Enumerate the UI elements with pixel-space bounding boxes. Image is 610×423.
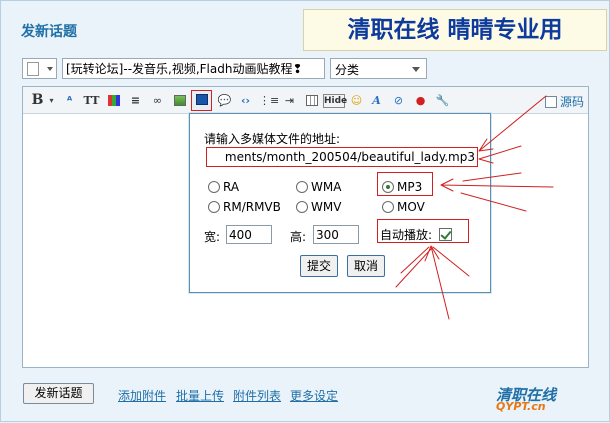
font-size-button[interactable]: TT	[83, 92, 100, 109]
add-attachment-link[interactable]: 添加附件	[118, 387, 166, 404]
radio-selected-icon	[382, 181, 394, 193]
table-icon[interactable]	[303, 92, 320, 109]
category-select[interactable]: 分类	[330, 58, 427, 79]
submit-button[interactable]: 提交	[300, 255, 339, 277]
hide-button[interactable]: Hide	[323, 94, 348, 108]
font-style-icon[interactable]: A	[368, 92, 385, 109]
link-icon[interactable]: ∞	[149, 92, 166, 109]
flash-icon[interactable]: ⊘	[390, 92, 407, 109]
media-url-prompt: 请输入多媒体文件的地址:	[204, 132, 341, 146]
qq-icon[interactable]: ●	[412, 92, 429, 109]
format-radio-wma[interactable]: WMA	[296, 180, 341, 194]
align-icon[interactable]: ≡	[127, 92, 144, 109]
cancel-button[interactable]: 取消	[347, 255, 386, 277]
font-color-icon[interactable]: ᴬ	[61, 92, 78, 109]
post-icon-select[interactable]	[22, 58, 57, 79]
source-checkbox[interactable]	[544, 96, 557, 108]
attachment-list-link[interactable]: 附件列表	[233, 387, 281, 404]
width-label: 宽:	[204, 230, 221, 244]
source-label: 源码	[559, 95, 584, 109]
format-radio-ra[interactable]: RA	[208, 180, 239, 194]
watermark-banner: 清职在线 晴晴专业用	[303, 9, 607, 51]
site-logo-url: QYPT.cn	[496, 400, 546, 413]
width-input[interactable]	[226, 225, 272, 244]
format-radio-wmv[interactable]: WMV	[296, 200, 341, 214]
font-size-label: TT	[83, 94, 100, 107]
height-label: 高:	[290, 230, 307, 244]
image-icon[interactable]	[171, 92, 188, 109]
radio-icon	[208, 201, 220, 213]
chevron-down-icon[interactable]: ▾	[43, 92, 60, 109]
source-toggle[interactable]: 源码	[544, 93, 584, 110]
radio-icon	[296, 181, 308, 193]
autoplay-label: 自动播放:	[380, 228, 433, 242]
smiley-icon[interactable]: ☺	[348, 92, 365, 109]
wrench-icon[interactable]: 🔧	[434, 92, 451, 109]
height-input[interactable]	[313, 225, 359, 244]
format-label: WMA	[311, 180, 342, 194]
document-icon	[27, 62, 39, 76]
color-grid-icon[interactable]	[105, 92, 122, 109]
chevron-down-icon	[412, 67, 420, 72]
format-label: MOV	[397, 200, 425, 214]
format-radio-mov[interactable]: MOV	[382, 200, 425, 214]
format-radio-rm[interactable]: RM/RMVB	[208, 200, 281, 214]
category-select-value: 分类	[335, 63, 360, 77]
indent-icon[interactable]: ⇥	[281, 92, 298, 109]
media-insert-dialog: 请输入多媒体文件的地址: ments/month_200504/beautifu…	[189, 113, 491, 293]
batch-upload-link[interactable]: 批量上传	[176, 387, 224, 404]
post-button[interactable]: 发新话题	[23, 383, 94, 404]
window: 发新话题 清职在线 晴晴专业用 分类 B ▾ ᴬ TT ≡ ∞ 💬 ‹› ⋮≡ …	[0, 0, 610, 422]
ordered-list-icon[interactable]: ⋮≡	[259, 92, 279, 109]
radio-icon	[296, 201, 308, 213]
format-radio-mp3[interactable]: MP3	[382, 180, 422, 194]
format-label: MP3	[397, 180, 423, 194]
format-label: RM/RMVB	[223, 200, 281, 214]
format-label: WMV	[311, 200, 342, 214]
page-title: 发新话题	[21, 24, 77, 40]
hide-label: Hide	[324, 96, 348, 106]
autoplay-checkbox[interactable]	[439, 228, 452, 241]
format-label: RA	[223, 180, 240, 194]
subject-input[interactable]	[62, 58, 325, 79]
chevron-down-icon	[47, 67, 53, 71]
bold-label: B	[31, 92, 44, 108]
code-icon[interactable]: ‹›	[237, 92, 254, 109]
editor-toolbar: B ▾ ᴬ TT ≡ ∞ 💬 ‹› ⋮≡ ⇥ Hide ☺ A ⊘ ● 🔧 源码	[23, 87, 588, 114]
radio-icon	[208, 181, 220, 193]
quote-icon[interactable]: 💬	[216, 92, 233, 109]
radio-icon	[382, 201, 394, 213]
media-icon[interactable]	[191, 90, 212, 111]
more-settings-link[interactable]: 更多设定	[290, 387, 338, 404]
media-url-input[interactable]: ments/month_200504/beautiful_lady.mp3	[206, 147, 478, 167]
